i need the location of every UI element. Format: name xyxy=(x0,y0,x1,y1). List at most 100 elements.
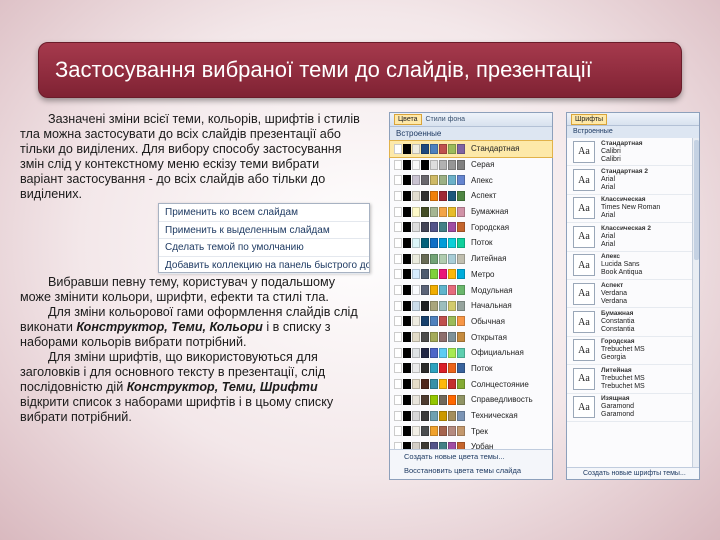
theme-context-menu: Применить ко всем слайдам Применить к выд… xyxy=(158,203,370,274)
color-swatch xyxy=(457,143,465,154)
color-swatch xyxy=(439,379,447,390)
font-scheme-item[interactable]: Aa Апекс Lucida Sans Book Antiqua xyxy=(567,252,699,280)
color-scheme-name: Апекс xyxy=(471,175,493,185)
create-theme-colors-button[interactable]: Создать новые цвета темы... xyxy=(390,450,552,464)
color-swatch xyxy=(430,237,438,248)
context-menu-item[interactable]: Применить к выделенным слайдам xyxy=(159,222,369,239)
color-swatch xyxy=(421,175,429,186)
color-swatch xyxy=(412,159,420,170)
context-menu-item[interactable]: Сделать темой по умолчанию xyxy=(159,239,369,257)
color-swatch xyxy=(439,285,447,296)
color-scheme-item[interactable]: Бумажная xyxy=(390,204,552,220)
color-swatch xyxy=(457,269,465,280)
color-scheme-item[interactable]: Начальная xyxy=(390,298,552,314)
color-swatch xyxy=(448,253,456,264)
color-swatch xyxy=(412,253,420,264)
font-scheme-title: Изящная xyxy=(601,395,630,403)
color-swatch xyxy=(403,394,411,405)
color-scheme-item[interactable]: Аспект xyxy=(390,188,552,204)
color-scheme-name: Официальная xyxy=(471,348,524,358)
color-scheme-item[interactable]: Справедливость xyxy=(390,392,552,408)
color-swatch xyxy=(439,143,447,154)
font-scheme-text: Классическая 2 Arial Arial xyxy=(601,225,651,249)
color-swatch xyxy=(421,300,429,311)
color-swatch xyxy=(412,332,420,343)
color-scheme-item[interactable]: Открытая xyxy=(390,329,552,345)
color-swatch xyxy=(412,269,420,280)
font-scheme-title: Классическая xyxy=(601,196,646,204)
color-swatch xyxy=(412,206,420,217)
color-scheme-item[interactable]: Техническая xyxy=(390,408,552,424)
font-scheme-item[interactable]: Aa Стандартная Calibri Calibri xyxy=(567,138,699,167)
color-scheme-item[interactable]: Официальная xyxy=(390,345,552,361)
font-scheme-title: Литейная xyxy=(601,366,632,374)
font-scheme-title: Бумажная xyxy=(601,310,634,318)
context-menu-item[interactable]: Добавить коллекцию на панель быстрого до… xyxy=(159,257,369,274)
color-swatch xyxy=(457,426,465,437)
font-scheme-heading: Arial xyxy=(601,232,616,240)
color-scheme-item[interactable]: Литейная xyxy=(390,251,552,267)
font-scheme-item[interactable]: Aa Городская Trebuchet MS Georgia xyxy=(567,337,699,366)
font-scheme-item[interactable]: Aa Классическая Times New Roman Arial xyxy=(567,195,699,224)
background-styles-button[interactable]: Стили фона xyxy=(426,116,466,123)
paragraph-4-tail: відкрити список з наборами шрифтів і в ц… xyxy=(20,395,334,424)
font-scheme-text: Городская Trebuchet MS Georgia xyxy=(601,338,645,362)
font-scheme-item[interactable]: Aa Аспект Verdana Verdana xyxy=(567,280,699,309)
context-menu-item[interactable]: Применить ко всем слайдам xyxy=(159,204,369,222)
color-swatch xyxy=(448,190,456,201)
color-scheme-item[interactable]: Модульная xyxy=(390,282,552,298)
color-swatch xyxy=(439,316,447,327)
fonts-scrollbar[interactable] xyxy=(692,138,699,467)
font-scheme-item[interactable]: Aa Стандартная 2 Arial Arial xyxy=(567,166,699,195)
color-swatch xyxy=(403,269,411,280)
font-scheme-item[interactable]: Aa Литейная Trebuchet MS Trebuchet MS xyxy=(567,365,699,394)
color-scheme-name: Начальная xyxy=(471,301,512,311)
font-scheme-item[interactable]: Aa Классическая 2 Arial Arial xyxy=(567,223,699,252)
font-scheme-body: Calibri xyxy=(601,155,621,163)
color-swatch xyxy=(403,379,411,390)
color-swatch xyxy=(448,332,456,343)
color-swatch xyxy=(430,190,438,201)
color-scheme-list: Стандартная Серая Апекс Аспект Бумажная Город… xyxy=(389,140,553,470)
font-scheme-title: Стандартная xyxy=(601,139,643,147)
font-scheme-item[interactable]: Aa Бумажная Constantia Constantia xyxy=(567,308,699,337)
color-swatch xyxy=(394,285,402,296)
colors-button[interactable]: Цвета xyxy=(394,114,422,125)
color-scheme-item[interactable]: Поток xyxy=(390,361,552,377)
slide-body-bottom: Вибравши певну тему, користувач у подаль… xyxy=(20,275,360,425)
color-scheme-item[interactable]: Апекс xyxy=(390,172,552,188)
color-scheme-name: Метро xyxy=(471,269,495,279)
color-swatch xyxy=(394,332,402,343)
slide-title-bar: Застосування вибраної теми до слайдів, п… xyxy=(38,42,682,98)
font-scheme-item[interactable]: Aa Изящная Garamond Garamond xyxy=(567,394,699,422)
create-theme-fonts-button[interactable]: Создать новые шрифты темы... xyxy=(567,467,699,479)
color-scheme-item[interactable]: Трек xyxy=(390,423,552,439)
color-swatch xyxy=(394,159,402,170)
color-swatch xyxy=(457,363,465,374)
color-scheme-item[interactable]: Солнцестояние xyxy=(390,376,552,392)
color-swatch xyxy=(457,410,465,421)
font-scheme-heading: Calibri xyxy=(601,147,621,155)
color-swatch xyxy=(439,394,447,405)
fonts-button[interactable]: Шрифты xyxy=(571,113,608,125)
reset-theme-colors-button[interactable]: Восстановить цвета темы слайда xyxy=(390,464,552,478)
color-swatch xyxy=(403,300,411,311)
color-swatch xyxy=(421,206,429,217)
color-scheme-item[interactable]: Метро xyxy=(390,267,552,283)
color-scheme-item[interactable]: Стандартная xyxy=(389,140,553,158)
font-scheme-heading: Trebuchet MS xyxy=(601,346,645,354)
font-scheme-title: Классическая 2 xyxy=(601,224,651,232)
color-swatch xyxy=(439,426,447,437)
color-scheme-item[interactable]: Обычная xyxy=(390,314,552,330)
color-swatch xyxy=(403,316,411,327)
scrollbar-thumb[interactable] xyxy=(694,140,699,260)
color-scheme-item[interactable]: Поток xyxy=(390,235,552,251)
font-preview-icon: Aa xyxy=(573,339,595,362)
color-scheme-name: Городская xyxy=(471,222,510,232)
color-swatch xyxy=(412,175,420,186)
color-swatch xyxy=(394,347,402,358)
color-scheme-item[interactable]: Городская xyxy=(390,219,552,235)
color-swatch xyxy=(457,175,465,186)
color-swatch xyxy=(457,300,465,311)
color-scheme-item[interactable]: Серая xyxy=(390,157,552,173)
